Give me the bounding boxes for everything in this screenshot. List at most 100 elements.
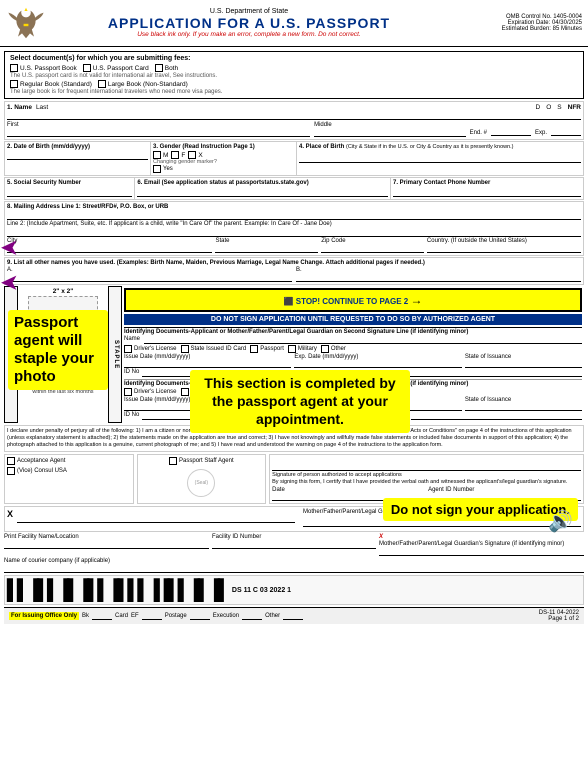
other-name-a[interactable] [7,273,292,282]
annotation-section: This section is completed by the passpor… [190,370,410,433]
dept-label: U.S. Department of State [46,8,452,15]
consul-checkbox[interactable] [7,467,15,475]
large-note: The large book is for frequent internati… [10,89,578,95]
card-checkbox[interactable] [83,64,91,72]
doc-type-row1: U.S. Passport Book U.S. Passport Card Bo… [10,64,578,72]
bk-input[interactable] [92,612,112,620]
email-label: 6. Email (See application status at pass… [137,180,388,186]
courier-row: Name of courier company (if applicable) [4,558,584,573]
gender-options: M F X [153,151,294,159]
do-not-sign-banner: DO NOT SIGN APPLICATION UNTIL REQUESTED … [124,314,582,325]
book-label: U.S. Passport Book [20,65,77,72]
book-checkbox[interactable] [10,64,18,72]
passport-form: U.S. Department of State APPLICATION FOR… [0,0,588,626]
stop-text: STOP! CONTINUE TO PAGE 2 [296,297,408,306]
country-input[interactable] [427,244,581,253]
addr1-input[interactable] [7,211,581,220]
courier-input[interactable] [4,564,584,573]
facility-id-input[interactable] [212,540,376,549]
page-number: Page 1 of 2 [548,616,579,622]
first-name-input[interactable] [7,128,310,137]
staff-checkbox[interactable] [169,457,177,465]
pob-label: 4. Place of Birth (City & State if in th… [299,144,581,150]
doc-type-row2: Regular Book (Standard) Large Book (Non-… [10,80,578,88]
drivers-checkbox[interactable] [124,345,132,353]
state-input[interactable] [215,244,318,253]
large-label: Large Book (Non-Standard) [108,81,188,88]
email-input[interactable] [137,188,388,197]
section-2-4: 2. Date of Birth (mm/dd/yyyy) 3. Gender … [4,141,584,176]
doc-type-checks: Driver's License State Issued ID Card Pa… [124,345,582,353]
card-label: U.S. Passport Card [93,65,149,72]
gender-m-checkbox[interactable] [153,151,161,159]
addr2-input[interactable] [7,228,581,237]
issue-date-input[interactable] [124,360,291,368]
ssn-input[interactable] [7,188,132,197]
agent-name-input[interactable] [144,336,582,344]
ds-code: DS 11 C 03 2022 1 [232,587,291,594]
addr2-label: Line 2: (Include Apartment, Suite, etc. … [7,221,581,227]
main-sig-line[interactable] [272,457,581,471]
form-header: U.S. Department of State APPLICATION FOR… [0,0,588,47]
doc-select-box: Select document(s) for which you are sub… [4,51,584,99]
state-issuance-input[interactable] [465,360,582,368]
both-checkbox-item[interactable]: Both [155,64,178,72]
gender-f-checkbox[interactable] [171,151,179,159]
other-checkbox[interactable] [321,345,329,353]
staple-right-bar: STAPLE [108,286,122,423]
state-id-checkbox[interactable] [181,345,189,353]
regular-checkbox[interactable] [10,80,18,88]
drivers2-checkbox[interactable] [124,388,132,396]
guardian-minor-input[interactable] [379,547,584,556]
phone-input[interactable] [393,188,581,197]
ef-input[interactable] [142,612,162,620]
postage-input[interactable] [190,612,210,620]
issue-exp-row: Issue Date (mm/dd/yyyy) Exp. Date (mm/dd… [124,354,582,368]
both-checkbox[interactable] [155,64,163,72]
last-name-input[interactable] [7,111,581,120]
barcode-icon: ▌▌▐▌▌▐▌▐▌▌▐▌▌▌▐▐▌▌▐▌▐▌ [7,578,228,602]
section-names: 9. List all other names you have used. (… [4,257,584,285]
seal-box: Passport Staff Agent (Seal) [137,454,267,504]
exp-input[interactable] [551,127,581,136]
large-checkbox[interactable] [98,80,106,88]
card-checkbox-item[interactable]: U.S. Passport Card [83,64,149,72]
applicant-sig-line[interactable] [17,509,295,523]
other-input[interactable] [283,612,303,620]
large-checkbox-item[interactable]: Large Book (Non-Standard) [98,80,188,88]
country-issuance-input[interactable] [411,412,582,420]
x-sign-label: X [379,534,584,540]
end-input[interactable] [491,127,531,136]
seal-circle: (Seal) [187,469,215,497]
acceptance-row: Acceptance Agent (Vice) Consul USA Passp… [4,454,584,504]
form-subtitle: Use black ink only. If you make an error… [46,31,452,38]
acceptance-checkbox[interactable] [7,457,15,465]
annotation-staple: Passport agent will staple your photo [8,310,108,390]
gender-x-checkbox[interactable] [188,151,196,159]
pob-input[interactable] [299,154,581,163]
zip-input[interactable] [321,244,424,253]
yes-checkbox[interactable] [153,165,161,173]
id-docs-label: Identifying Documents-Applicant or Mothe… [124,327,582,335]
doc-note1: The U.S. passport card is not valid for … [10,73,578,79]
both-label: Both [165,65,178,72]
city-input[interactable] [7,244,212,253]
other-name-b[interactable] [296,273,581,282]
exp-date-input[interactable] [294,360,461,368]
sig-main-box: Signature of person authorized to accept… [269,454,584,504]
military-checkbox[interactable] [288,345,296,353]
book-checkbox-item[interactable]: U.S. Passport Book [10,64,77,72]
passport-checkbox[interactable] [250,345,258,353]
execution-input[interactable] [242,612,262,620]
middle-name-input[interactable] [314,128,466,137]
dob-input[interactable] [7,151,148,160]
state-id2-checkbox[interactable] [181,388,189,396]
gender-label: 3. Gender (Read Instruction Page 1) [153,144,294,150]
barcode-row: ▌▌▐▌▌▐▌▐▌▌▐▌▌▌▐▐▌▌▐▌▐▌ DS 11 C 03 2022 1 [4,575,584,605]
facility-input[interactable] [4,540,209,549]
state-issuance2-input[interactable] [465,403,582,411]
acceptance-agent-box: Acceptance Agent (Vice) Consul USA [4,454,134,504]
regular-checkbox-item[interactable]: Regular Book (Standard) [10,80,92,88]
ssn-label: 5. Social Security Number [7,180,132,186]
s1-label: 1. Name [7,104,32,111]
